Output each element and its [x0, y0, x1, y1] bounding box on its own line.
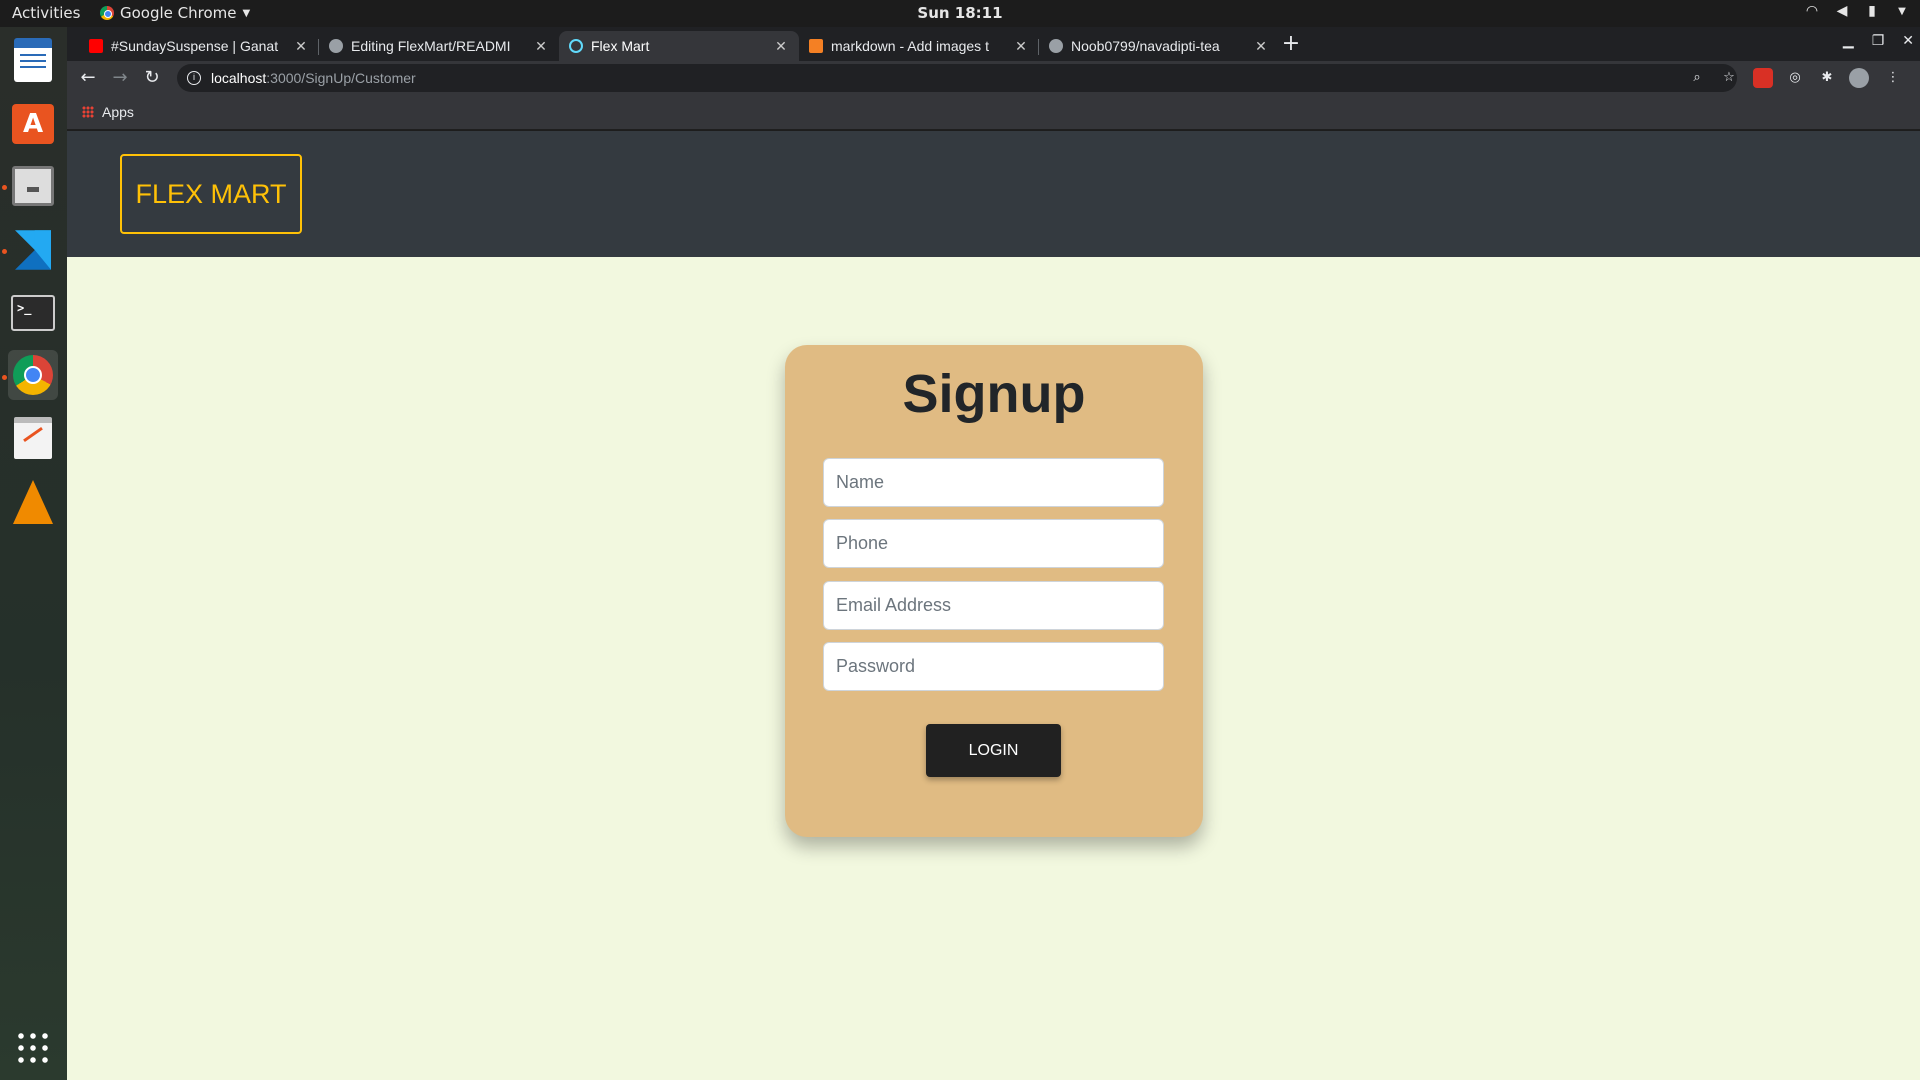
reload-button[interactable]: ↻: [140, 66, 164, 90]
terminal-icon: >_: [11, 295, 55, 331]
zoom-icon[interactable]: ⌕: [1687, 68, 1707, 88]
close-icon[interactable]: ✕: [773, 38, 789, 55]
brand-logo-button[interactable]: FLEX MART: [120, 154, 302, 234]
signup-card: Signup LOGIN: [785, 345, 1203, 837]
writer-icon: [14, 38, 52, 82]
tab-youtube[interactable]: #SundaySuspense | Ganat ✕: [79, 31, 319, 61]
close-icon[interactable]: ✕: [293, 38, 309, 55]
window-controls: ▁ ❐ ✕: [1843, 33, 1914, 49]
tab-label: Flex Mart: [591, 38, 650, 54]
close-icon[interactable]: ✕: [1013, 38, 1029, 55]
close-window-icon[interactable]: ✕: [1902, 33, 1914, 49]
files-icon: [12, 166, 54, 206]
dock-software-center[interactable]: A: [8, 99, 58, 149]
info-icon[interactable]: i: [187, 71, 201, 85]
email-input[interactable]: [823, 581, 1164, 630]
github-icon: [329, 39, 343, 53]
dock: A >_: [0, 27, 67, 1080]
clock[interactable]: Sun 18:11: [0, 4, 1920, 22]
bookmark-apps[interactable]: Apps: [102, 104, 134, 120]
caret-down-icon: ▼: [242, 7, 251, 19]
volume-icon[interactable]: ◀: [1834, 3, 1850, 19]
extension-circle-icon[interactable]: ◎: [1785, 68, 1805, 88]
app-menu-label: Google Chrome: [120, 4, 237, 22]
dock-libreoffice-writer[interactable]: [8, 35, 58, 85]
page-title: Signup: [902, 364, 1086, 424]
system-tray[interactable]: ◠ ◀ ▮ ▼: [1804, 3, 1910, 19]
vlc-icon: [13, 480, 53, 524]
software-center-icon: A: [12, 104, 54, 144]
apps-grid-icon: [82, 106, 94, 118]
show-applications-button[interactable]: [8, 1023, 58, 1073]
vscode-icon: [15, 230, 51, 270]
forward-button[interactable]: →: [108, 66, 132, 90]
close-icon[interactable]: ✕: [533, 38, 549, 55]
address-bar[interactable]: i localhost :3000/SignUp/Customer: [177, 64, 1737, 92]
system-top-bar: Activities Google Chrome ▼ Sun 18:11 ◠ ◀…: [0, 0, 1920, 27]
tab-strip: #SundaySuspense | Ganat ✕ Editing FlexMa…: [67, 27, 1920, 61]
profile-avatar[interactable]: [1849, 68, 1869, 88]
chrome-icon: [100, 6, 114, 20]
dock-vscode[interactable]: [8, 225, 58, 275]
youtube-icon: [89, 39, 103, 53]
react-icon: [569, 39, 583, 53]
bookmarks-bar: Apps: [67, 95, 1920, 130]
tab-label: #SundaySuspense | Ganat: [111, 38, 279, 54]
restore-icon[interactable]: ❐: [1872, 33, 1885, 49]
tab-github-readme[interactable]: Editing FlexMart/READMI ✕: [318, 31, 559, 61]
name-input[interactable]: [823, 458, 1164, 507]
chrome-icon: [13, 355, 53, 395]
tab-flex-mart[interactable]: Flex Mart ✕: [559, 31, 799, 61]
phone-input[interactable]: [823, 519, 1164, 568]
menu-kebab-icon[interactable]: ⋮: [1883, 68, 1903, 88]
dock-text-editor[interactable]: [8, 413, 58, 463]
minimize-icon[interactable]: ▁: [1843, 33, 1854, 49]
battery-icon[interactable]: ▮: [1864, 3, 1880, 19]
login-button[interactable]: LOGIN: [926, 724, 1061, 777]
tab-label: markdown - Add images t: [831, 38, 989, 54]
tab-label: Noob0799/navadipti-tea: [1071, 38, 1220, 54]
dock-files[interactable]: [8, 161, 58, 211]
running-indicator: [2, 185, 7, 190]
extension-icon[interactable]: [1753, 68, 1773, 88]
caret-down-icon[interactable]: ▼: [1894, 6, 1910, 17]
password-input[interactable]: [823, 642, 1164, 691]
running-indicator: [2, 375, 7, 380]
bookmark-star-icon[interactable]: ☆: [1719, 68, 1739, 88]
text-editor-icon: [14, 417, 52, 459]
wifi-icon[interactable]: ◠: [1804, 3, 1820, 19]
page-content: FLEX MART Signup LOGIN: [67, 131, 1920, 1080]
app-menu[interactable]: Google Chrome ▼: [100, 4, 250, 22]
tab-stackoverflow[interactable]: markdown - Add images t ✕: [799, 31, 1039, 61]
back-button[interactable]: ←: [76, 66, 100, 90]
github-icon: [1049, 39, 1063, 53]
close-icon[interactable]: ✕: [1253, 38, 1269, 55]
tab-github-repo[interactable]: Noob0799/navadipti-tea ✕: [1038, 31, 1279, 61]
extensions-puzzle-icon[interactable]: ✱: [1817, 68, 1837, 88]
running-indicator: [2, 249, 7, 254]
app-grid-icon: [15, 1030, 51, 1066]
site-navbar: FLEX MART: [67, 131, 1920, 257]
new-tab-button[interactable]: +: [1279, 33, 1303, 57]
url-path: :3000/SignUp/Customer: [266, 70, 416, 86]
tab-label: Editing FlexMart/READMI: [351, 38, 511, 54]
stackoverflow-icon: [809, 39, 823, 53]
dock-vlc[interactable]: [8, 477, 58, 527]
url-host: localhost: [211, 70, 267, 86]
dock-chrome[interactable]: [8, 350, 58, 400]
activities-button[interactable]: Activities: [12, 4, 80, 22]
browser-toolbar: ← → ↻ i localhost :3000/SignUp/Customer …: [67, 61, 1920, 95]
dock-terminal[interactable]: >_: [8, 288, 58, 338]
